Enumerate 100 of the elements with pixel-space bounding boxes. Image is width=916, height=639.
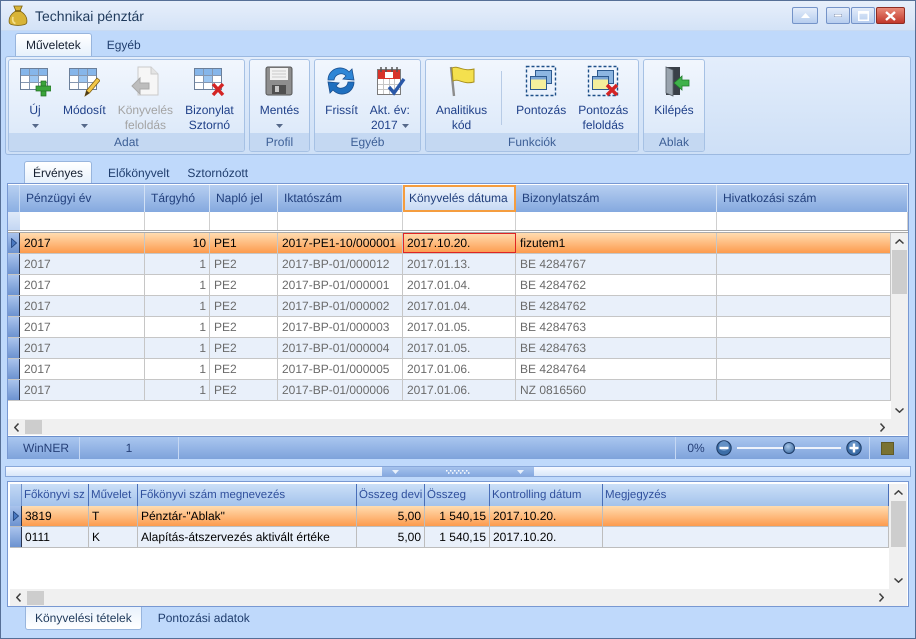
column-header[interactable]: Főkönyvi sz xyxy=(22,484,89,506)
table-row[interactable]: 2017 1 PE2 2017-BP-01/000004 2017.01.05. BE 4284763 xyxy=(8,338,891,359)
column-header[interactable]: Iktatószám xyxy=(278,185,403,212)
slider-thumb[interactable] xyxy=(783,442,795,454)
year-button[interactable]: Akt. év: 2017 xyxy=(364,60,416,133)
refresh-button[interactable]: Frissít xyxy=(319,60,364,118)
column-header[interactable]: Művelet xyxy=(89,484,138,506)
minimize-button[interactable] xyxy=(826,7,850,24)
edit-button[interactable]: Módosít xyxy=(57,60,112,128)
table-cell: 2017 xyxy=(20,275,145,295)
row-indicator[interactable] xyxy=(8,338,20,358)
column-header[interactable]: Napló jel xyxy=(210,185,278,212)
row-indicator[interactable] xyxy=(10,527,22,547)
table-cell: 2017.01.06. xyxy=(403,380,516,400)
column-header[interactable]: Pénzügyi év xyxy=(20,185,145,212)
column-header[interactable]: Hivatkozási szám xyxy=(717,185,908,212)
save-button[interactable]: Mentés xyxy=(254,60,306,128)
detail-tab[interactable]: Pontozási adatok xyxy=(148,607,260,630)
table-cell: 1 540,15 xyxy=(425,506,490,526)
zoom-reading: 0% xyxy=(686,441,706,455)
scroll-thumb[interactable] xyxy=(25,420,42,434)
unmark-button[interactable]: Pontozás feloldás xyxy=(572,60,634,133)
refresh-icon xyxy=(325,65,358,97)
scroll-thumb[interactable] xyxy=(892,250,907,294)
scroll-thumb[interactable] xyxy=(890,501,906,547)
table-cell: 5,00 xyxy=(357,506,425,526)
chevron-right-icon[interactable] xyxy=(879,593,884,602)
reverse-button[interactable]: Bizonylat Sztornó xyxy=(179,60,240,133)
chevron-up-icon[interactable] xyxy=(894,490,902,495)
chevron-right-icon[interactable] xyxy=(880,422,885,432)
vertical-scrollbar[interactable] xyxy=(891,233,908,419)
splitter-handle[interactable] xyxy=(382,467,534,476)
money-bag-icon xyxy=(8,4,28,28)
table-cell: 2017-BP-01/000004 xyxy=(278,338,403,358)
table-cell: fizutem1 xyxy=(516,233,717,253)
table-cell: 2017-BP-01/000012 xyxy=(278,254,403,274)
column-header[interactable]: Kontrolling dátum xyxy=(490,484,603,506)
row-indicator[interactable] xyxy=(8,254,20,274)
vertical-scrollbar[interactable] xyxy=(889,484,907,589)
table-row[interactable]: 2017 1 PE2 2017-BP-01/000006 2017.01.06. NZ 0816560 xyxy=(8,380,891,401)
row-indicator[interactable] xyxy=(8,233,20,253)
table-row[interactable]: 2017 1 PE2 2017-BP-01/000001 2017.01.04. BE 4284762 xyxy=(8,275,891,296)
column-header[interactable]: Megjegyzés xyxy=(603,484,889,506)
column-header[interactable]: Összeg xyxy=(425,484,490,506)
scroll-thumb[interactable] xyxy=(27,590,44,604)
column-header[interactable]: Könyvelés dátuma xyxy=(403,185,516,212)
column-header[interactable]: Főkönyvi szám megnevezés xyxy=(138,484,357,506)
chevron-up-icon[interactable] xyxy=(895,239,904,244)
collapse-ribbon-button[interactable] xyxy=(792,7,818,24)
table-cross-icon xyxy=(193,65,226,97)
chevron-left-icon[interactable] xyxy=(16,593,21,602)
minimize-icon xyxy=(834,14,842,17)
column-header[interactable]: Tárgyhó xyxy=(145,185,210,212)
horizontal-scrollbar[interactable] xyxy=(8,419,908,435)
table-row[interactable]: 0111 K Alapítás-átszervezés aktivált értéke 5,00 1 540,15 2017.10.20. xyxy=(10,527,889,548)
table-row[interactable]: 3819 T Pénztár-"Ablak" 5,00 1 540,15 2017.10.20. xyxy=(10,506,889,527)
chevron-down-icon[interactable] xyxy=(894,578,902,583)
record-tab[interactable]: Érvényes xyxy=(24,161,92,183)
table-cell: PE2 xyxy=(210,275,278,295)
ribbon-tab[interactable]: Egyéb xyxy=(92,33,156,56)
table-row[interactable]: 2017 1 PE2 2017-BP-01/000002 2017.01.04. BE 4284762 xyxy=(8,296,891,317)
detail-tab[interactable]: Könyvelési tételek xyxy=(25,607,142,630)
chevron-left-icon[interactable] xyxy=(14,422,19,432)
window-title: Technikai pénztár xyxy=(35,8,144,24)
record-tab[interactable]: Előkönyvelt xyxy=(99,161,178,183)
group-label: Profil xyxy=(250,133,310,151)
table-row[interactable]: 2017 1 PE2 2017-BP-01/000012 2017.01.13. BE 4284767 xyxy=(8,254,891,275)
ribbon-tab[interactable]: Műveletek xyxy=(15,33,92,56)
windows-icon xyxy=(525,65,558,97)
chevron-down-icon[interactable] xyxy=(895,408,904,413)
new-button[interactable]: Új xyxy=(13,60,57,128)
table-row[interactable]: 2017 1 PE2 2017-BP-01/000003 2017.01.05. BE 4284763 xyxy=(8,317,891,338)
column-header[interactable]: Bizonylatszám xyxy=(516,185,717,212)
row-indicator[interactable] xyxy=(10,506,22,526)
code-button[interactable]: Analitikus kód xyxy=(430,60,494,133)
table-cell: 2017 xyxy=(20,317,145,337)
table-row[interactable]: 2017 10 PE1 2017-PE1-10/000001 2017.10.20. fizutem1 xyxy=(8,233,891,254)
row-indicator[interactable] xyxy=(8,317,20,337)
up-arrow-icon xyxy=(800,13,810,18)
current-row-icon xyxy=(10,238,16,248)
row-indicator[interactable] xyxy=(8,275,20,295)
table-cell: 2017.01.04. xyxy=(403,296,516,316)
mark-button[interactable]: Pontozás xyxy=(510,60,572,118)
zoom-in-icon[interactable] xyxy=(846,440,862,456)
exit-button[interactable]: Kilépés xyxy=(648,60,700,118)
zoom-out-icon[interactable] xyxy=(716,440,732,456)
table-cell: PE2 xyxy=(210,296,278,316)
table-cell: 2017 xyxy=(20,233,145,253)
table-cell: PE2 xyxy=(210,380,278,400)
close-button[interactable] xyxy=(876,7,905,24)
table-cell: 2017.10.20. xyxy=(490,506,603,526)
row-indicator[interactable] xyxy=(8,296,20,316)
record-tab[interactable]: Sztornózott xyxy=(178,161,258,183)
column-header[interactable]: Összeg devi xyxy=(357,484,425,506)
horizontal-scrollbar[interactable] xyxy=(10,589,907,606)
row-indicator[interactable] xyxy=(8,359,20,379)
table-cell: PE2 xyxy=(210,359,278,379)
table-row[interactable]: 2017 1 PE2 2017-BP-01/000005 2017.01.06. BE 4284764 xyxy=(8,359,891,380)
row-indicator[interactable] xyxy=(8,380,20,400)
table-cell: 2017.10.20. xyxy=(490,527,603,547)
